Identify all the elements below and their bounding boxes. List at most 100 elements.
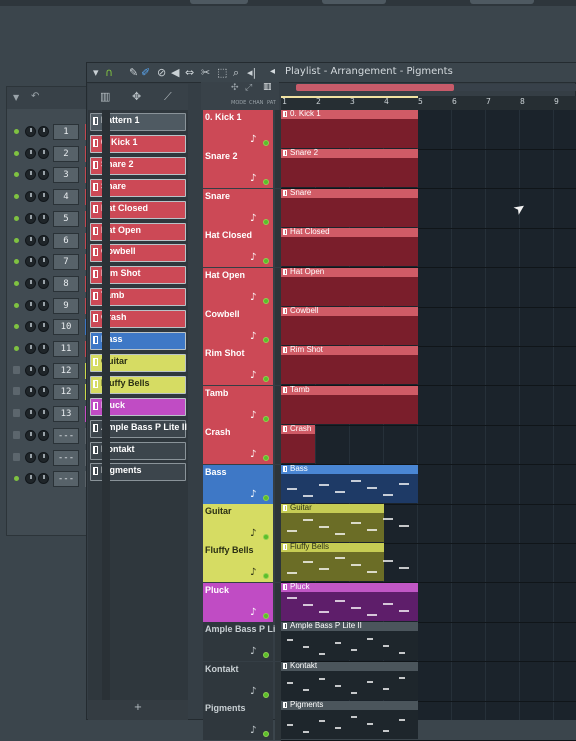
- mixer-track-number[interactable]: 9: [53, 297, 79, 314]
- channel-row[interactable]: 2: [7, 143, 89, 165]
- pattern-clip[interactable]: Crash: [281, 424, 315, 464]
- pan-knob[interactable]: [25, 429, 36, 441]
- track-header[interactable]: Pluck ♪: [203, 582, 273, 622]
- pan-knob[interactable]: [25, 277, 36, 289]
- mixer-track-number[interactable]: ---: [53, 427, 79, 444]
- channel-led[interactable]: [14, 259, 19, 265]
- channel-row[interactable]: 12: [7, 360, 89, 382]
- lock-icon[interactable]: [13, 409, 20, 418]
- mixer-track-number[interactable]: ---: [53, 471, 79, 488]
- channel-row[interactable]: 1: [7, 121, 89, 143]
- mixer-track-number[interactable]: 10: [53, 319, 79, 336]
- ruler-bar-number[interactable]: 2: [316, 97, 321, 106]
- pattern-clip[interactable]: Guitar: [281, 503, 409, 542]
- mixer-track-number[interactable]: 5: [53, 210, 79, 227]
- mixer-track-number[interactable]: 3: [53, 167, 79, 184]
- time-scroll-track[interactable]: [454, 84, 576, 91]
- top-tab[interactable]: [190, 0, 248, 4]
- mixer-track-number[interactable]: 4: [53, 189, 79, 206]
- channel-row[interactable]: ---: [7, 425, 89, 447]
- track-enable-led[interactable]: [263, 140, 269, 146]
- track-header[interactable]: Cowbell ♪: [203, 307, 273, 346]
- clip-header[interactable]: Fluffy Bells: [281, 542, 384, 553]
- channel-row[interactable]: 7: [7, 251, 89, 273]
- track-enable-led[interactable]: [263, 218, 269, 225]
- volume-knob[interactable]: [38, 277, 49, 289]
- track-header[interactable]: Snare ♪: [203, 188, 273, 228]
- track-header[interactable]: Crash ♪: [203, 425, 273, 465]
- channel-led[interactable]: [14, 302, 19, 308]
- pan-knob[interactable]: [25, 234, 36, 246]
- add-pattern-button[interactable]: +: [88, 700, 188, 720]
- track-enable-led[interactable]: [263, 494, 269, 501]
- volume-knob[interactable]: [38, 299, 49, 311]
- volume-knob[interactable]: [38, 429, 49, 441]
- ruler-bar-number[interactable]: 4: [384, 97, 389, 106]
- playlist-breadcrumb[interactable]: Playlist - Arrangement - Pigments: [285, 66, 453, 77]
- channel-row[interactable]: 10: [7, 316, 89, 338]
- track-header[interactable]: Tamb ♪: [203, 385, 273, 425]
- pan-knob[interactable]: [25, 147, 36, 159]
- clip-header[interactable]: Snare 2: [281, 148, 418, 159]
- track-header[interactable]: Guitar ♪: [203, 504, 273, 543]
- channel-led[interactable]: [14, 172, 19, 178]
- track-header[interactable]: Rim Shot ♪: [203, 346, 273, 386]
- pan-knob[interactable]: [25, 473, 36, 485]
- pan-knob[interactable]: [25, 451, 36, 463]
- track-enable-led[interactable]: [263, 652, 269, 659]
- track-enable-led[interactable]: [263, 731, 269, 737]
- pattern-clip[interactable]: Rim Shot: [281, 345, 418, 385]
- paint-icon[interactable]: ✐: [141, 66, 150, 80]
- channel-row[interactable]: 4: [7, 186, 89, 208]
- track-enable-led[interactable]: [263, 258, 269, 265]
- volume-knob[interactable]: [38, 147, 49, 159]
- pattern-clip[interactable]: Hat Open: [281, 267, 418, 306]
- clip-header[interactable]: Hat Open: [281, 267, 418, 277]
- ruler-bar-number[interactable]: 9: [554, 97, 559, 106]
- channel-row[interactable]: 5: [7, 208, 89, 230]
- pencil-icon[interactable]: ✎: [129, 66, 138, 80]
- clip-header[interactable]: Ample Bass P Lite II: [281, 621, 418, 632]
- rack-menu-icon[interactable]: ▼: [13, 93, 19, 102]
- down-arrow-icon[interactable]: ▾: [93, 66, 99, 80]
- clip-header[interactable]: Pigments: [281, 700, 418, 710]
- ruler-bar-number[interactable]: 6: [452, 97, 457, 106]
- track-header[interactable]: 0. Kick 1 ♪: [203, 110, 273, 149]
- lock-icon[interactable]: [13, 365, 20, 374]
- track-enable-led[interactable]: [263, 179, 269, 186]
- lock-icon[interactable]: [13, 387, 20, 396]
- clip-header[interactable]: Rim Shot: [281, 345, 418, 356]
- rename-icon[interactable]: ⟋: [164, 90, 172, 104]
- curve-icon[interactable]: ⤢: [245, 83, 252, 93]
- select-icon[interactable]: ⬚: [217, 66, 227, 80]
- pan-knob[interactable]: [25, 256, 36, 268]
- wave-icon[interactable]: ✣: [231, 83, 239, 93]
- channel-row[interactable]: 13: [7, 403, 89, 425]
- magnet-icon[interactable]: ∩: [105, 66, 113, 80]
- mixer-track-number[interactable]: ---: [53, 449, 79, 466]
- volume-knob[interactable]: [38, 212, 49, 224]
- ruler-bar-number[interactable]: 8: [520, 97, 525, 106]
- clip-header[interactable]: Snare: [281, 188, 418, 198]
- pattern-clip[interactable]: Snare: [281, 188, 418, 227]
- undo-icon[interactable]: ↶: [31, 91, 39, 102]
- channel-row[interactable]: 9: [7, 295, 89, 317]
- track-header[interactable]: Ample Bass P Lite II ♪: [203, 622, 291, 662]
- clip-header[interactable]: 0. Kick 1: [281, 109, 418, 119]
- piano-icon[interactable]: ▥: [100, 90, 110, 103]
- pan-knob[interactable]: [25, 126, 36, 137]
- top-tab[interactable]: [322, 0, 386, 4]
- channel-row[interactable]: 3: [7, 164, 89, 186]
- pattern-clip[interactable]: Hat Closed: [281, 227, 418, 267]
- mixer-track-number[interactable]: 12: [53, 384, 79, 401]
- track-enable-led[interactable]: [263, 691, 269, 698]
- move-icon[interactable]: ✥: [132, 90, 141, 103]
- time-scroll-bar[interactable]: [296, 84, 454, 91]
- pattern-clip[interactable]: Bass: [281, 464, 418, 503]
- track-enable-led[interactable]: [263, 612, 269, 619]
- volume-knob[interactable]: [38, 343, 49, 354]
- timeline-ruler[interactable]: 1 2 3 4 5 6 7 8 9: [281, 96, 576, 110]
- track-enable-led[interactable]: [263, 337, 269, 343]
- pattern-clip[interactable]: Pluck: [281, 582, 418, 621]
- volume-knob[interactable]: [38, 364, 49, 376]
